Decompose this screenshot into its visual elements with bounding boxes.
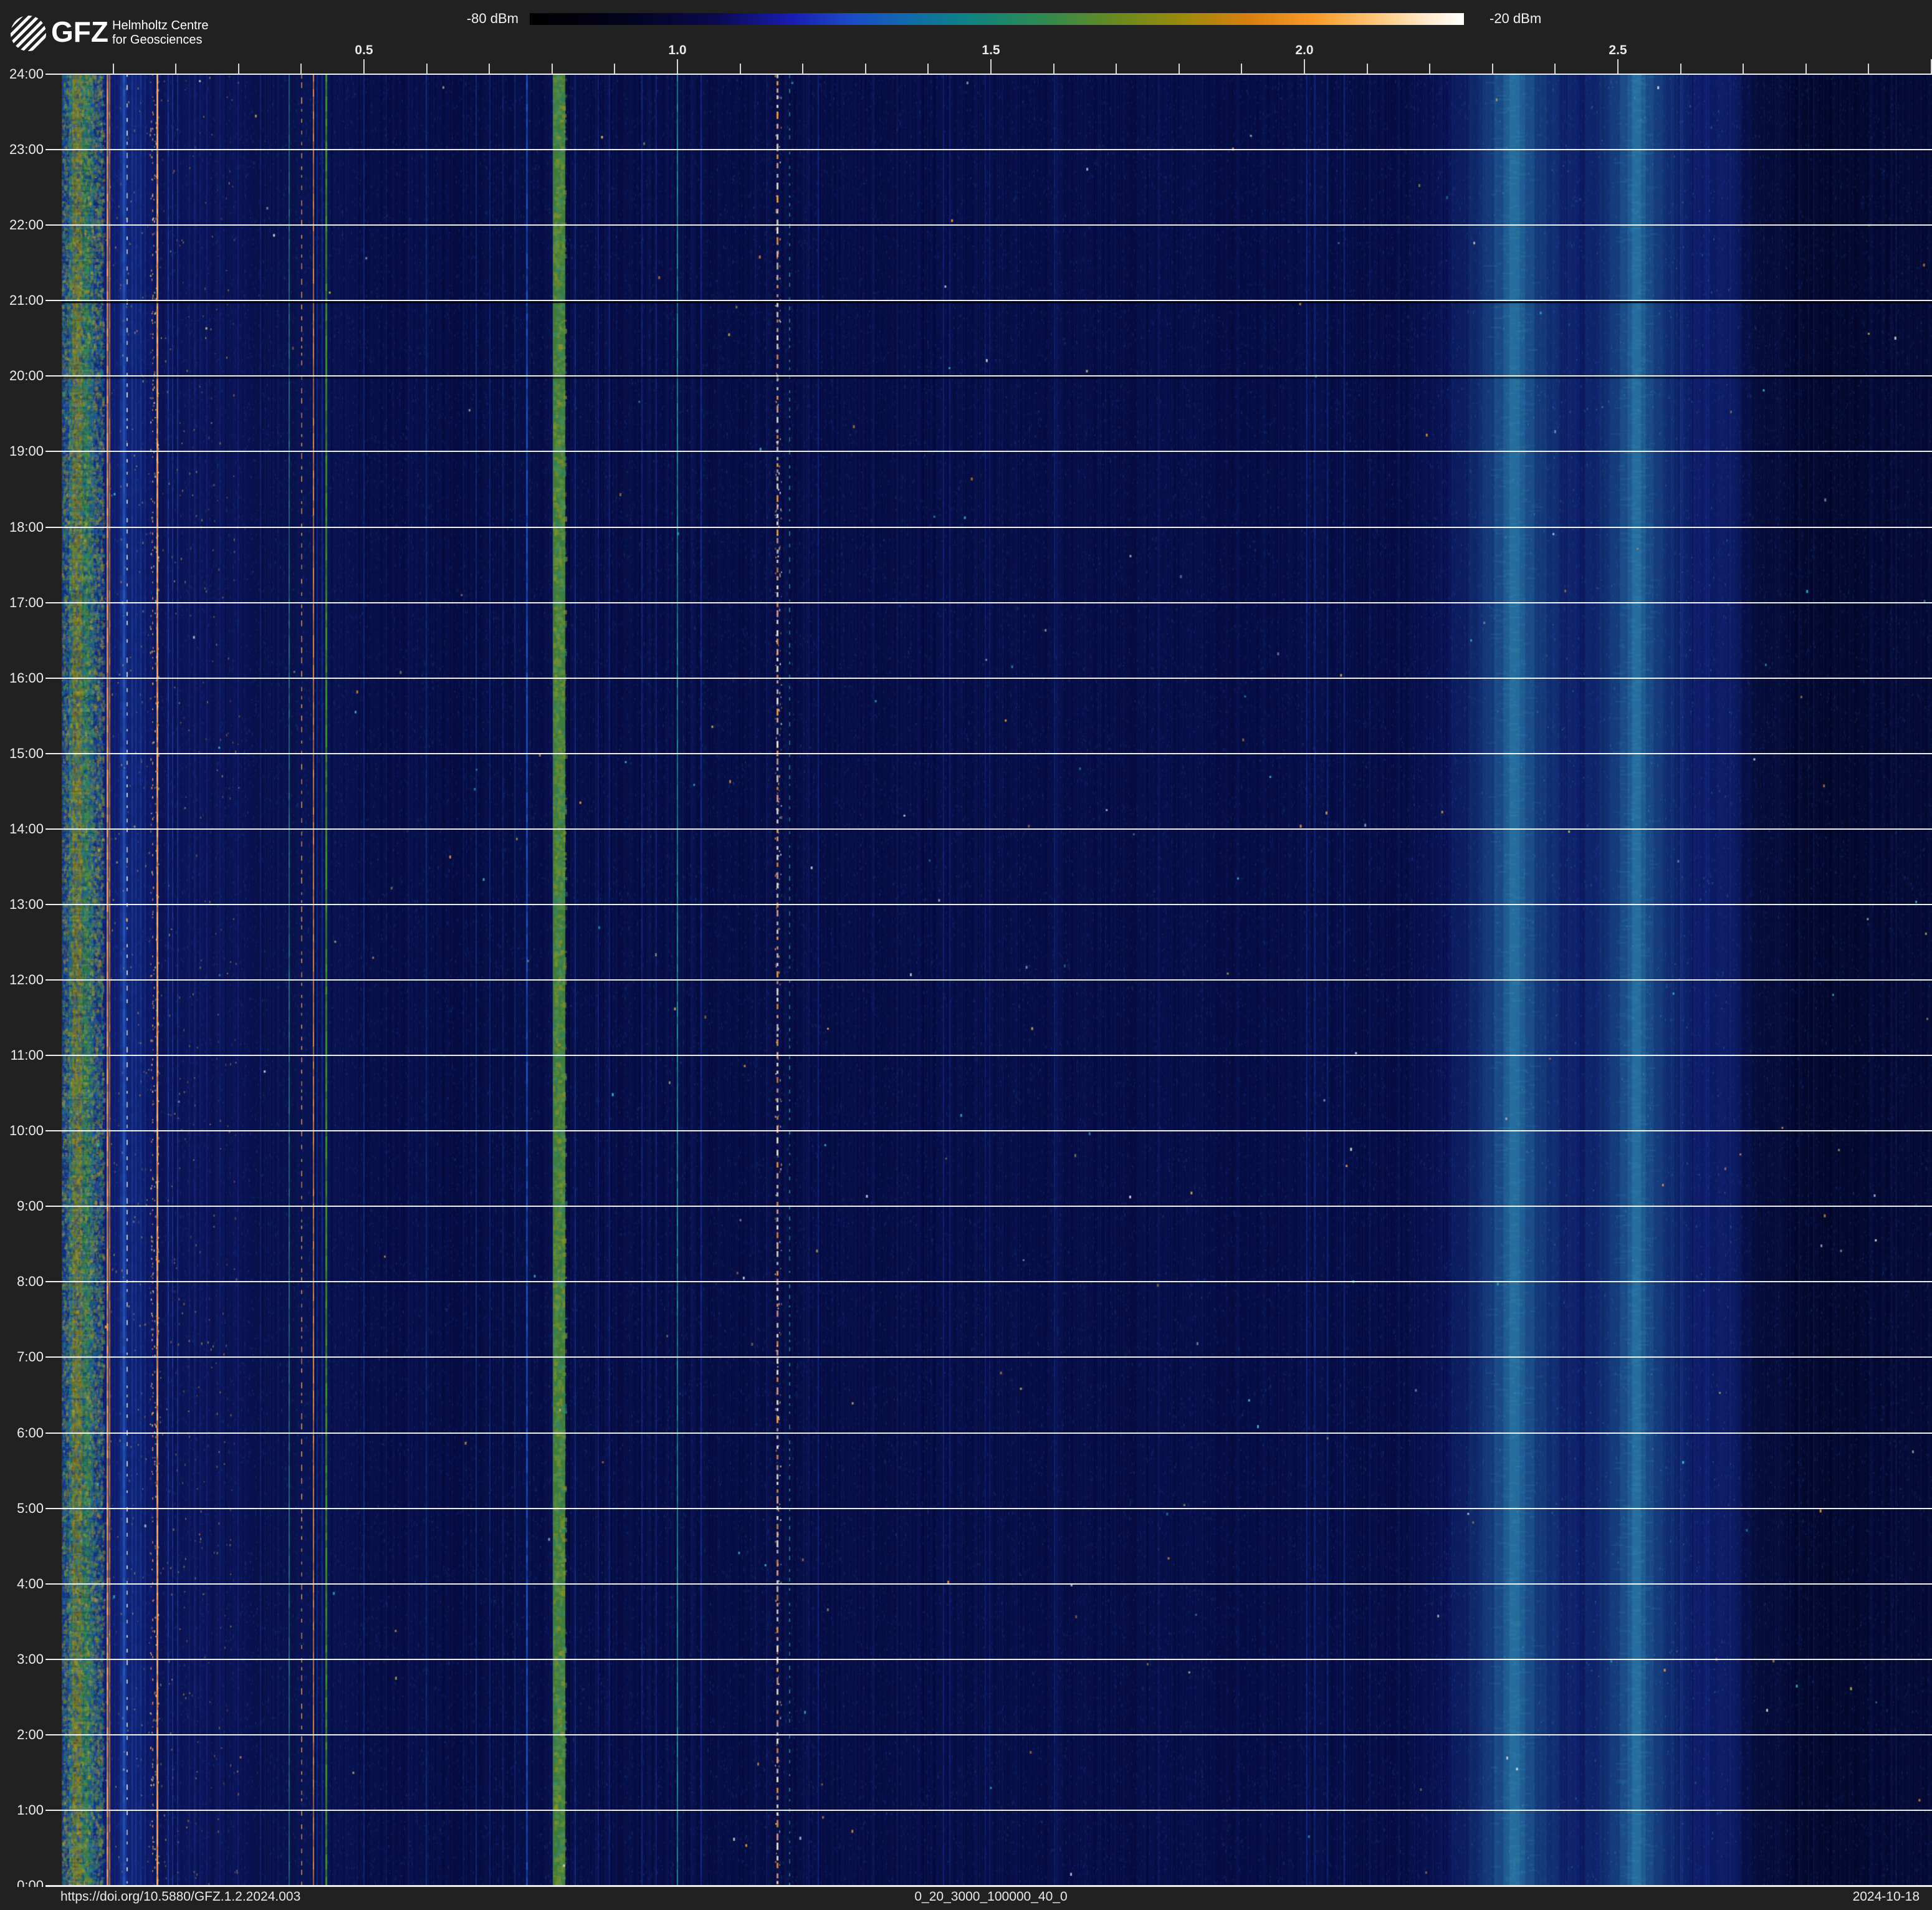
time-gridline — [45, 74, 1932, 75]
x-tick-label: 2.5 — [1592, 43, 1644, 58]
time-gridline — [45, 451, 1932, 452]
time-label: 10:00 — [0, 1123, 44, 1138]
gfz-logo-icon — [11, 16, 46, 51]
x-tick-label: 2.0 — [1278, 43, 1331, 58]
x-tick-major — [1304, 59, 1305, 74]
time-gridline — [45, 224, 1932, 226]
x-tick-label: 1.5 — [965, 43, 1017, 58]
x-tick-minor — [1116, 64, 1117, 74]
time-gridline — [45, 375, 1932, 377]
gfz-subtitle-line1: Helmholtz Centre — [112, 19, 209, 33]
time-gridline — [45, 979, 1932, 981]
x-tick-label: 1.0 — [651, 43, 704, 58]
doi-label: https://doi.org/10.5880/GFZ.1.2.2024.003 — [60, 1889, 300, 1904]
time-gridline — [45, 1130, 1932, 1131]
time-gridline — [45, 1281, 1932, 1282]
x-tick-major — [363, 59, 365, 74]
time-gridline — [45, 300, 1932, 301]
time-label: 7:00 — [0, 1350, 44, 1365]
spectrogram-page: GFZ Helmholtz Centre for Geosciences -80… — [0, 0, 1932, 1910]
date-label: 2024-10-18 — [1853, 1889, 1920, 1904]
colorbar-min-label: -80 dBm — [454, 11, 519, 26]
time-label: 9:00 — [0, 1199, 44, 1214]
x-tick-minor — [1429, 64, 1430, 74]
time-label: 21:00 — [0, 293, 44, 308]
time-gridline — [45, 1206, 1932, 1207]
x-tick-minor — [552, 64, 553, 74]
x-tick-minor — [175, 64, 176, 74]
time-gridline — [45, 1810, 1932, 1811]
gfz-logo-subtitle: Helmholtz Centre for Geosciences — [112, 19, 209, 47]
x-tick-minor — [1743, 64, 1744, 74]
x-tick-minor — [113, 64, 114, 74]
x-tick-minor — [1805, 64, 1807, 74]
x-tick-minor — [426, 64, 428, 74]
time-label: 13:00 — [0, 897, 44, 912]
time-gridline — [45, 527, 1932, 528]
x-tick-minor — [1680, 64, 1681, 74]
time-gridline — [45, 753, 1932, 754]
time-gridline — [45, 1432, 1932, 1434]
time-label: 5:00 — [0, 1501, 44, 1516]
x-tick-minor — [614, 64, 615, 74]
time-gridline — [45, 1055, 1932, 1056]
x-tick-major — [1617, 59, 1619, 74]
time-label: 3:00 — [0, 1652, 44, 1667]
time-label: 8:00 — [0, 1274, 44, 1289]
x-tick-minor — [740, 64, 741, 74]
time-label: 6:00 — [0, 1426, 44, 1441]
time-label: 12:00 — [0, 972, 44, 987]
time-label: 23:00 — [0, 142, 44, 157]
time-gridline — [45, 678, 1932, 679]
x-tick-minor — [1367, 64, 1368, 74]
x-tick-minor — [927, 64, 929, 74]
time-label: 1:00 — [0, 1803, 44, 1818]
time-label: 20:00 — [0, 368, 44, 383]
x-tick-minor — [802, 64, 803, 74]
time-gridline — [45, 904, 1932, 905]
time-gridline — [45, 1508, 1932, 1509]
x-tick-minor — [865, 64, 866, 74]
time-label: 18:00 — [0, 520, 44, 535]
x-tick-minor — [1241, 64, 1242, 74]
x-tick-minor — [1868, 64, 1869, 74]
gfz-subtitle-line2: for Geosciences — [112, 33, 209, 47]
time-label: 11:00 — [0, 1048, 44, 1063]
time-label: 24:00 — [0, 67, 44, 82]
x-tick-major — [990, 59, 992, 74]
time-label: 16:00 — [0, 671, 44, 686]
time-gridline — [45, 149, 1932, 150]
time-label: 17:00 — [0, 595, 44, 610]
time-label: 4:00 — [0, 1576, 44, 1591]
measurement-id-label: 0_20_3000_100000_40_0 — [914, 1889, 1067, 1904]
time-label: 2:00 — [0, 1727, 44, 1742]
time-label: 14:00 — [0, 822, 44, 837]
gfz-logo-text: GFZ — [51, 16, 108, 47]
time-gridline — [45, 1659, 1932, 1660]
x-tick-minor — [489, 64, 490, 74]
x-tick-major — [677, 59, 678, 74]
time-gridline — [45, 602, 1932, 603]
colorbar-max-label: -20 dBm — [1490, 11, 1541, 26]
time-gridline — [45, 1734, 1932, 1735]
time-gridline — [45, 1583, 1932, 1585]
time-gridline — [45, 1356, 1932, 1358]
x-tick-label: 0.5 — [338, 43, 390, 58]
time-label: 15:00 — [0, 746, 44, 761]
x-tick-minor — [1053, 64, 1054, 74]
time-label: 22:00 — [0, 218, 44, 233]
time-label: 19:00 — [0, 444, 44, 459]
x-tick-minor — [1492, 64, 1493, 74]
x-tick-minor — [238, 64, 239, 74]
x-tick-minor — [1554, 64, 1556, 74]
time-gridline — [45, 828, 1932, 830]
x-tick-minor — [300, 64, 302, 74]
colorbar-gradient — [530, 13, 1464, 25]
x-tick-minor — [1179, 64, 1180, 74]
